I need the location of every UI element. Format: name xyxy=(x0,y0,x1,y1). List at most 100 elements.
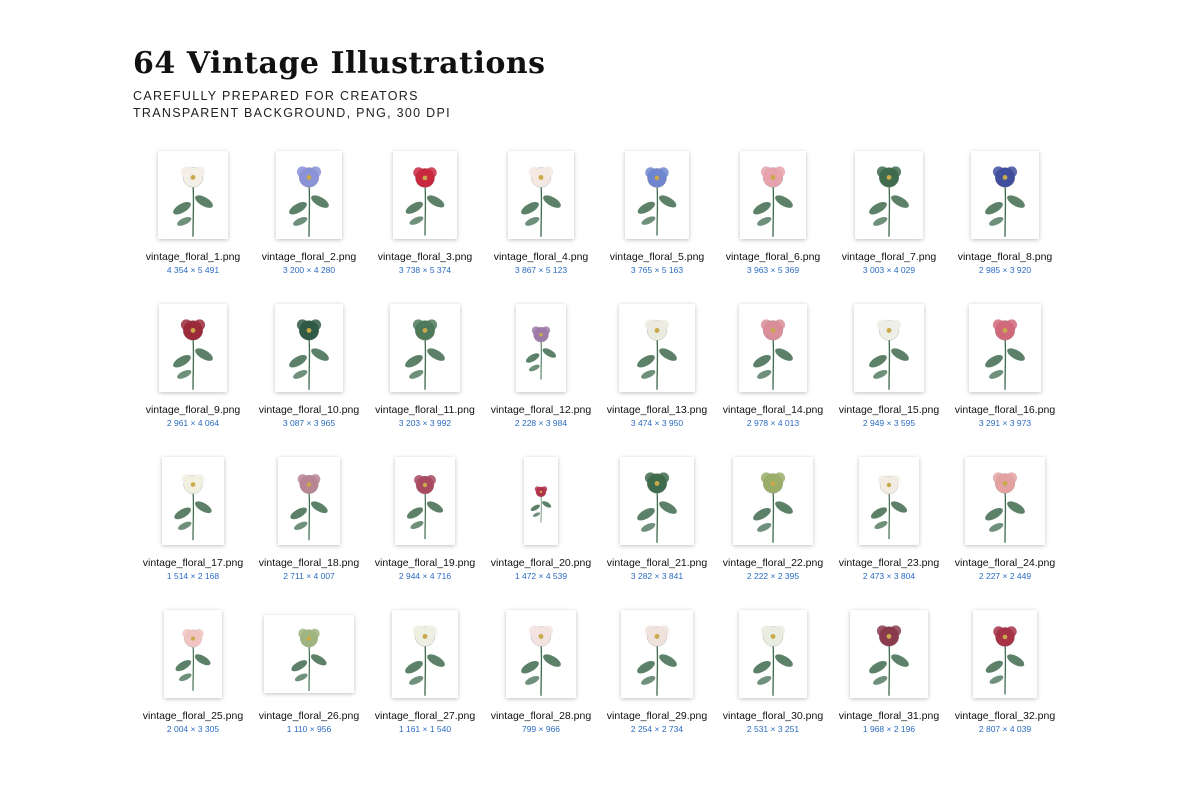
file-item[interactable]: vintage_floral_17.png 1 514 × 2 168 xyxy=(135,451,251,604)
file-item[interactable]: vintage_floral_30.png 2 531 × 3 251 xyxy=(715,604,831,757)
file-item[interactable]: vintage_floral_14.png 2 978 × 4 013 xyxy=(715,298,831,451)
file-item[interactable]: vintage_floral_22.png 2 222 × 2 395 xyxy=(715,451,831,604)
file-item[interactable]: vintage_floral_27.png 1 161 × 1 540 xyxy=(367,604,483,757)
flower-illustration-icon xyxy=(637,319,677,390)
image-thumbnail[interactable] xyxy=(516,304,566,392)
image-thumbnail[interactable] xyxy=(739,304,807,392)
file-item[interactable]: vintage_floral_25.png 2 004 × 3 305 xyxy=(135,604,251,757)
image-thumbnail[interactable] xyxy=(276,151,342,239)
thumbnail-wrapper xyxy=(367,145,483,245)
flower-illustration-icon xyxy=(869,319,909,390)
image-thumbnail[interactable] xyxy=(965,457,1045,545)
file-item[interactable]: vintage_floral_21.png 3 282 × 3 841 xyxy=(599,451,715,604)
thumbnail-wrapper xyxy=(947,145,1063,245)
thumbnail-wrapper xyxy=(599,145,715,245)
flower-illustration-icon xyxy=(173,319,213,390)
file-item[interactable]: vintage_floral_1.png 4 354 × 5 491 xyxy=(135,145,251,298)
file-item[interactable]: vintage_floral_2.png 3 200 × 4 280 xyxy=(251,145,367,298)
flower-illustration-icon xyxy=(753,472,793,543)
flower-illustration-icon xyxy=(869,166,909,237)
thumbnail-wrapper xyxy=(483,145,599,245)
flower-illustration-icon xyxy=(637,625,677,696)
flower-illustration-icon xyxy=(985,166,1025,237)
file-item[interactable]: vintage_floral_6.png 3 963 × 5 369 xyxy=(715,145,831,298)
file-item[interactable]: vintage_floral_9.png 2 961 × 4 064 xyxy=(135,298,251,451)
file-item[interactable]: vintage_floral_4.png 3 867 × 5 123 xyxy=(483,145,599,298)
flower-illustration-icon xyxy=(753,166,793,237)
thumbnail-wrapper xyxy=(715,145,831,245)
file-dimensions: 2 985 × 3 920 xyxy=(978,265,1032,275)
image-thumbnail[interactable] xyxy=(159,304,227,392)
image-thumbnail[interactable] xyxy=(278,457,340,545)
image-thumbnail[interactable] xyxy=(733,457,813,545)
flower-illustration-icon xyxy=(405,167,445,236)
thumbnail-wrapper xyxy=(599,451,715,551)
thumbnail-wrapper xyxy=(251,604,367,704)
file-item[interactable]: vintage_floral_32.png 2 807 × 4 039 xyxy=(947,604,1063,757)
thumbnail-wrapper xyxy=(483,298,599,398)
subtitle-line-1: CAREFULLY PREPARED FOR CREATORS xyxy=(133,89,419,103)
file-dimensions: 2 807 × 4 039 xyxy=(978,724,1032,734)
file-item[interactable]: vintage_floral_20.png 1 472 × 4 539 xyxy=(483,451,599,604)
image-thumbnail[interactable] xyxy=(971,151,1039,239)
flower-illustration-icon xyxy=(521,166,561,237)
image-thumbnail[interactable] xyxy=(164,610,222,698)
file-item[interactable]: vintage_floral_29.png 2 254 × 2 734 xyxy=(599,604,715,757)
image-thumbnail[interactable] xyxy=(275,304,343,392)
image-thumbnail[interactable] xyxy=(969,304,1041,392)
image-thumbnail[interactable] xyxy=(854,304,924,392)
file-item[interactable]: vintage_floral_11.png 3 203 × 3 992 xyxy=(367,298,483,451)
file-item[interactable]: vintage_floral_13.png 3 474 × 3 950 xyxy=(599,298,715,451)
image-thumbnail[interactable] xyxy=(740,151,806,239)
image-thumbnail[interactable] xyxy=(850,610,928,698)
file-item[interactable]: vintage_floral_7.png 3 003 × 4 029 xyxy=(831,145,947,298)
file-item[interactable]: vintage_floral_19.png 2 944 × 4 716 xyxy=(367,451,483,604)
image-thumbnail[interactable] xyxy=(392,610,458,698)
thumbnail-wrapper xyxy=(831,145,947,245)
file-item[interactable]: vintage_floral_10.png 3 087 × 3 965 xyxy=(251,298,367,451)
image-thumbnail[interactable] xyxy=(620,457,694,545)
header: 64 Vintage Illustrations CAREFULLY PREPA… xyxy=(133,44,546,122)
file-item[interactable]: vintage_floral_16.png 3 291 × 3 973 xyxy=(947,298,1063,451)
thumbnail-wrapper xyxy=(367,604,483,704)
image-thumbnail[interactable] xyxy=(158,151,228,239)
file-item[interactable]: vintage_floral_24.png 2 227 × 2 449 xyxy=(947,451,1063,604)
thumbnail-wrapper xyxy=(135,604,251,704)
file-item[interactable]: vintage_floral_28.png 799 × 966 xyxy=(483,604,599,757)
thumbnail-wrapper xyxy=(251,451,367,551)
file-item[interactable]: vintage_floral_12.png 2 228 × 3 984 xyxy=(483,298,599,451)
image-thumbnail[interactable] xyxy=(162,457,224,545)
flower-illustration-icon xyxy=(289,166,329,237)
image-thumbnail[interactable] xyxy=(395,457,455,545)
file-item[interactable]: vintage_floral_8.png 2 985 × 3 920 xyxy=(947,145,1063,298)
file-item[interactable]: vintage_floral_5.png 3 765 × 5 163 xyxy=(599,145,715,298)
image-thumbnail[interactable] xyxy=(855,151,923,239)
file-item[interactable]: vintage_floral_23.png 2 473 × 3 804 xyxy=(831,451,947,604)
image-thumbnail[interactable] xyxy=(621,610,693,698)
file-item[interactable]: vintage_floral_31.png 1 968 × 2 196 xyxy=(831,604,947,757)
flower-illustration-icon xyxy=(521,625,561,696)
image-thumbnail[interactable] xyxy=(973,610,1037,698)
image-thumbnail[interactable] xyxy=(625,151,689,239)
file-item[interactable]: vintage_floral_15.png 2 949 × 3 595 xyxy=(831,298,947,451)
file-item[interactable]: vintage_floral_18.png 2 711 × 4 007 xyxy=(251,451,367,604)
image-thumbnail[interactable] xyxy=(739,610,807,698)
image-thumbnail[interactable] xyxy=(508,151,574,239)
thumbnail-wrapper xyxy=(251,145,367,245)
flower-illustration-icon xyxy=(174,474,212,541)
file-dimensions: 2 227 × 2 449 xyxy=(978,571,1032,581)
flower-illustration-icon xyxy=(985,319,1025,390)
image-thumbnail[interactable] xyxy=(506,610,576,698)
thumbnail-wrapper xyxy=(947,451,1063,551)
thumbnail-wrapper xyxy=(947,604,1063,704)
image-thumbnail[interactable] xyxy=(619,304,695,392)
file-item[interactable]: vintage_floral_26.png 1 110 × 956 xyxy=(251,604,367,757)
thumbnail-wrapper xyxy=(367,298,483,398)
image-thumbnail[interactable] xyxy=(859,457,919,545)
image-thumbnail[interactable] xyxy=(393,151,457,239)
flower-illustration-icon xyxy=(175,628,211,691)
image-thumbnail[interactable] xyxy=(524,457,558,545)
file-item[interactable]: vintage_floral_3.png 3 738 × 5 374 xyxy=(367,145,483,298)
image-thumbnail[interactable] xyxy=(264,615,354,693)
image-thumbnail[interactable] xyxy=(390,304,460,392)
